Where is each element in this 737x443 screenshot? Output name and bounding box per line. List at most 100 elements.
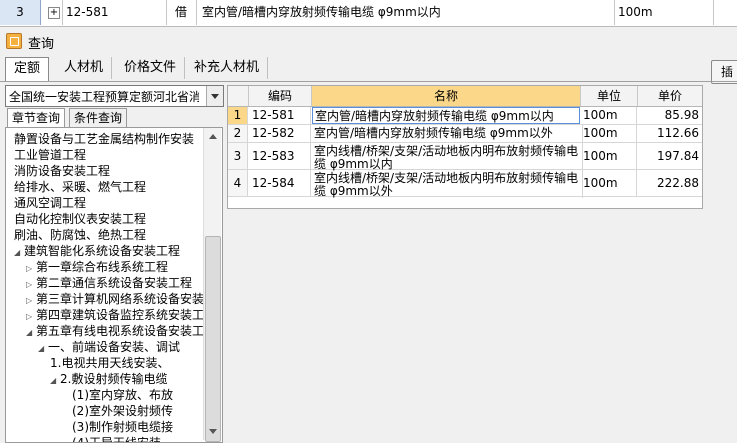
tree-item-label: 第三章计算机网络系统设备安装: [36, 292, 205, 306]
tree-expanded-icon[interactable]: ◢: [14, 245, 24, 261]
row-expander[interactable]: +: [42, 0, 63, 25]
row-price-cell: 222.88: [657, 176, 699, 190]
tree-expanded-icon[interactable]: ◢: [38, 341, 48, 357]
tree-item[interactable]: 消防设备安装工程: [14, 163, 110, 179]
tree-item[interactable]: 给排水、采暖、燃气工程: [14, 179, 146, 195]
tree-item[interactable]: ◢ 一、前端设备安装、调试: [38, 339, 180, 355]
tree-item-label: 建筑智能化系统设备安装工程: [24, 244, 181, 258]
header-price[interactable]: 单价: [638, 86, 702, 106]
header-code[interactable]: 编码: [249, 86, 312, 106]
tab-condition-search[interactable]: 条件查询: [69, 108, 128, 128]
chevron-down-icon[interactable]: [206, 86, 223, 106]
tree-item-label: 静置设备与工艺金属结构制作安装: [14, 132, 195, 146]
tree-item[interactable]: ◢ 建筑智能化系统设备安装工程: [14, 243, 180, 259]
tree-item[interactable]: ◢ 第五章有线电视系统设备安装工: [26, 323, 204, 339]
quota-library-value: 全国统一安装工程预算定额河北省消: [9, 90, 199, 104]
main-tabs: 定额 人材机 价格文件 补充人材机: [0, 56, 737, 82]
row-unit: 100m: [614, 0, 714, 25]
quota-result-grid: 编码 名称 单位 单价 1 12-581 室内管/暗槽内穿放射频传输电缆 φ9mm以…: [227, 85, 703, 209]
tree-item-label: (1)室内穿放、布放: [72, 388, 173, 402]
scroll-down-icon[interactable]: [204, 424, 221, 440]
header-index: [228, 86, 249, 106]
row-number: 3: [0, 0, 41, 25]
tree-item-label: 2.敷设射频传输电缆: [60, 372, 168, 386]
tree-item-label: 刷油、防腐蚀、绝热工程: [14, 228, 147, 242]
row-code-cell: 12-584: [249, 170, 311, 196]
row-price-cell: 197.84: [657, 149, 699, 163]
tree-collapsed-icon[interactable]: ▷: [26, 277, 36, 293]
row-unit-cell: 100m: [581, 170, 637, 196]
tab-supplementary-materials[interactable]: 补充人材机: [186, 57, 269, 79]
tree-item[interactable]: 自动化控制仪表安装工程: [14, 211, 146, 227]
tree-collapsed-icon[interactable]: ▷: [26, 293, 36, 309]
row-code: 12-581: [62, 0, 167, 25]
row-index: 3: [228, 143, 248, 169]
table-row[interactable]: 2 12-582 室内管/暗槽内穿放射频传输电缆 φ9mm以外 100m 112.66: [228, 125, 702, 144]
search-mode-tabs: 章节查询 条件查询: [5, 108, 223, 128]
query-window: 查询 定额 人材机 价格文件 补充人材机 插 全国统一安装工程预算定额河北省消 …: [0, 27, 737, 443]
tree-item[interactable]: (4)干导天线安装: [72, 435, 161, 443]
expand-plus-icon[interactable]: +: [48, 7, 60, 19]
window-title: 查询: [28, 37, 55, 52]
tree-item[interactable]: ▷ 第二章通信系统设备安装工程: [26, 275, 192, 291]
header-unit[interactable]: 单位: [581, 86, 638, 106]
tree-item[interactable]: 静置设备与工艺金属结构制作安装: [14, 131, 194, 147]
tree-item-label: 1.电视共用天线安装、: [50, 356, 170, 370]
tree-item[interactable]: ▷ 第三章计算机网络系统设备安装: [26, 291, 204, 307]
tree-item[interactable]: (1)室内穿放、布放: [72, 387, 173, 403]
background-grid-row[interactable]: 3 + 12-581 借 室内管/暗槽内穿放射频传输电缆 φ9mm以内 100m: [0, 0, 737, 27]
table-row[interactable]: 3 12-583 室内线槽/桥架/支架/活动地板内明布放射频传输电缆 φ9mm以内 1…: [228, 143, 702, 171]
row-unit-cell: 100m: [581, 107, 637, 124]
row-name-cell: 室内线槽/桥架/支架/活动地板内明布放射频传输电缆 φ9mm以外: [312, 170, 583, 198]
tab-chapter-search[interactable]: 章节查询: [7, 108, 66, 128]
tree-item[interactable]: (2)室外架设射频传: [72, 403, 173, 419]
quota-library-select[interactable]: 全国统一安装工程预算定额河北省消: [5, 85, 224, 107]
tree-item[interactable]: (3)制作射频电缆接: [72, 419, 173, 435]
tree-item[interactable]: ◢ 2.敷设射频传输电缆: [50, 371, 167, 387]
tree-scrollbar[interactable]: [203, 128, 221, 442]
row-extra-cell: [712, 0, 737, 25]
tree-item-label: 通风空调工程: [14, 196, 87, 210]
tree-item[interactable]: ▷ 第四章建筑设备监控系统安装工: [26, 307, 204, 323]
scroll-thumb[interactable]: [205, 236, 221, 442]
tree-item-label: 一、前端设备安装、调试: [48, 340, 181, 354]
tree-item[interactable]: 1.电视共用天线安装、: [50, 355, 169, 371]
tree-item-label: 消防设备安装工程: [14, 164, 111, 178]
row-name-cell: 室内管/暗槽内穿放射频传输电缆 φ9mm以外: [312, 125, 583, 144]
table-row[interactable]: 1 12-581 室内管/暗槽内穿放射频传输电缆 φ9mm以内 100m 85.98: [228, 107, 702, 125]
row-name-cell: 室内管/暗槽内穿放射频传输电缆 φ9mm以内: [312, 107, 580, 124]
tree-item-label: 工业管道工程: [14, 148, 87, 162]
tree-item[interactable]: 通风空调工程: [14, 195, 86, 211]
row-index: 2: [228, 125, 248, 142]
row-price-cell: 85.98: [664, 108, 699, 122]
chapter-tree[interactable]: (4)干导天线安装 (3)制作射频电缆接 (2)室外架设射频传 (1)室内穿放、布放 ◢…: [5, 127, 223, 443]
tree-item-label: 给排水、采暖、燃气工程: [14, 180, 147, 194]
left-panel: 全国统一安装工程预算定额河北省消 章节查询 条件查询 (4)干导天线安装 (3)制…: [5, 85, 224, 443]
row-name-cell: 室内线槽/桥架/支架/活动地板内明布放射频传输电缆 φ9mm以内: [312, 143, 583, 171]
tab-labor-material-machine[interactable]: 人材机: [56, 57, 113, 79]
tree-collapsed-icon[interactable]: ▷: [26, 261, 36, 277]
query-app-icon: [6, 33, 22, 49]
tree-item-label: (4)干导天线安装: [72, 436, 161, 443]
row-unit-cell: 100m: [581, 143, 637, 169]
tab-price-file[interactable]: 价格文件: [116, 57, 186, 79]
tab-quota[interactable]: 定额: [5, 57, 50, 81]
tree-item-label: (2)室外架设射频传: [72, 404, 173, 418]
scroll-up-icon[interactable]: [204, 128, 221, 144]
row-code-cell: 12-582: [249, 125, 311, 142]
tree-item-label: 第二章通信系统设备安装工程: [36, 276, 193, 290]
row-unit-cell: 100m: [581, 125, 637, 142]
row-name: 室内管/暗槽内穿放射频传输电缆 φ9mm以内: [198, 0, 615, 25]
tree-item[interactable]: 刷油、防腐蚀、绝热工程: [14, 227, 146, 243]
tree-expanded-icon[interactable]: ◢: [50, 373, 60, 389]
tree-item-label: 自动化控制仪表安装工程: [14, 212, 147, 226]
tree-expanded-icon[interactable]: ◢: [26, 325, 36, 341]
tree-collapsed-icon[interactable]: ▷: [26, 309, 36, 325]
tree-item[interactable]: 工业管道工程: [14, 147, 86, 163]
tabs-divider: [0, 81, 737, 82]
tree-item-label: 第四章建筑设备监控系统安装工: [36, 308, 205, 322]
table-row[interactable]: 4 12-584 室内线槽/桥架/支架/活动地板内明布放射频传输电缆 φ9mm以外 1…: [228, 170, 702, 198]
tree-item[interactable]: ▷ 第一章综合布线系统工程: [26, 259, 168, 275]
row-price-cell: 112.66: [657, 126, 699, 140]
header-name[interactable]: 名称: [312, 86, 581, 106]
